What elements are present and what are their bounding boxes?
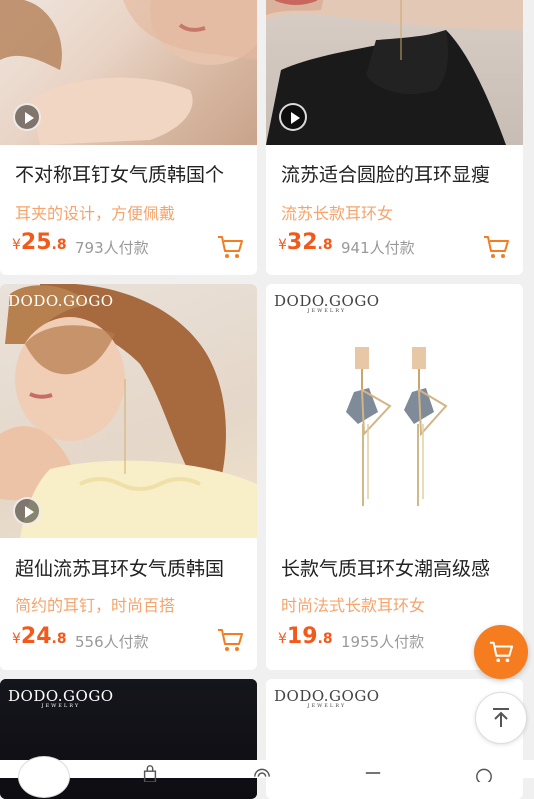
product-subtitle: 流苏长款耳环女 <box>281 204 394 223</box>
product-image[interactable]: DODO.GOGO <box>0 284 257 538</box>
product-image[interactable] <box>0 0 257 145</box>
brand-logo: DODO.GOGO JEWELRY <box>274 292 380 314</box>
product-title[interactable]: 流苏适合圆脸的耳环显瘦 <box>281 160 490 187</box>
product-card[interactable]: DODO.GOGO JEWELRY 长款气质耳环女潮高级感 时尚法式长款耳环女 … <box>266 284 523 670</box>
model-photo <box>0 284 257 538</box>
bottom-tab-bar <box>0 756 534 798</box>
product-subtitle: 时尚法式长款耳环女 <box>281 596 426 615</box>
price-integer: 32 <box>286 230 318 255</box>
product-image[interactable] <box>266 0 523 145</box>
product-subtitle: 耳夹的设计，方便佩戴 <box>15 204 176 223</box>
product-card[interactable]: DODO.GOGO 超仙流苏耳环女气质韩国 简约的耳钉，时尚百搭 ¥24.8 5… <box>0 284 257 670</box>
product-title[interactable]: 超仙流苏耳环女气质韩国 <box>15 554 224 581</box>
currency-symbol: ¥ <box>278 631 287 647</box>
buyer-count: 556人付款 <box>75 633 149 651</box>
product-price: ¥32.8 <box>278 230 333 255</box>
profile-icon[interactable] <box>474 764 494 782</box>
brand-logo: DODO.GOGO <box>8 292 114 310</box>
play-icon[interactable] <box>13 103 41 131</box>
price-decimal: .8 <box>317 631 333 647</box>
product-title[interactable]: 长款气质耳环女潮高级感 <box>281 554 490 581</box>
brand-logo: DODO.GOGO JEWELRY <box>274 687 380 709</box>
currency-symbol: ¥ <box>12 237 21 253</box>
live-icon[interactable] <box>250 764 274 782</box>
currency-symbol: ¥ <box>12 631 21 647</box>
brand-logo: DODO.GOGO JEWELRY <box>8 687 114 709</box>
buyer-count: 793人付款 <box>75 239 149 257</box>
price-decimal: .8 <box>51 237 67 253</box>
product-subtitle: 简约的耳钉，时尚百搭 <box>15 596 176 615</box>
price-integer: 24 <box>20 624 52 649</box>
cart-icon[interactable] <box>482 234 510 260</box>
product-price: ¥25.8 <box>12 230 67 255</box>
product-price: ¥24.8 <box>12 624 67 649</box>
product-card[interactable]: 不对称耳钉女气质韩国个 耳夹的设计，方便佩戴 ¥25.8 793人付款 <box>0 0 257 275</box>
cart-icon[interactable] <box>216 234 244 260</box>
price-decimal: .8 <box>317 237 333 253</box>
cart-icon <box>489 641 514 663</box>
currency-symbol: ¥ <box>278 237 287 253</box>
floating-cart-button[interactable] <box>474 625 528 679</box>
earring-photo <box>346 347 448 506</box>
play-icon[interactable] <box>13 497 41 525</box>
menu-icon[interactable] <box>363 764 383 782</box>
price-integer: 19 <box>286 624 318 649</box>
buyer-count: 941人付款 <box>341 239 415 257</box>
product-image[interactable]: DODO.GOGO JEWELRY <box>266 284 523 538</box>
product-card[interactable]: 流苏适合圆脸的耳环显瘦 流苏长款耳环女 ¥32.8 941人付款 <box>266 0 523 275</box>
product-title[interactable]: 不对称耳钉女气质韩国个 <box>15 160 224 187</box>
price-integer: 25 <box>20 230 52 255</box>
back-to-top-button[interactable] <box>475 692 527 744</box>
product-price: ¥19.8 <box>278 624 333 649</box>
bag-icon[interactable] <box>140 764 160 782</box>
cart-icon[interactable] <box>216 627 244 653</box>
tab-home[interactable] <box>18 756 70 798</box>
price-decimal: .8 <box>51 631 67 647</box>
buyer-count: 1955人付款 <box>341 633 425 651</box>
arrow-up-icon <box>493 708 509 727</box>
play-icon[interactable] <box>279 103 307 131</box>
brand-name: DODO.GOGO <box>8 292 114 310</box>
